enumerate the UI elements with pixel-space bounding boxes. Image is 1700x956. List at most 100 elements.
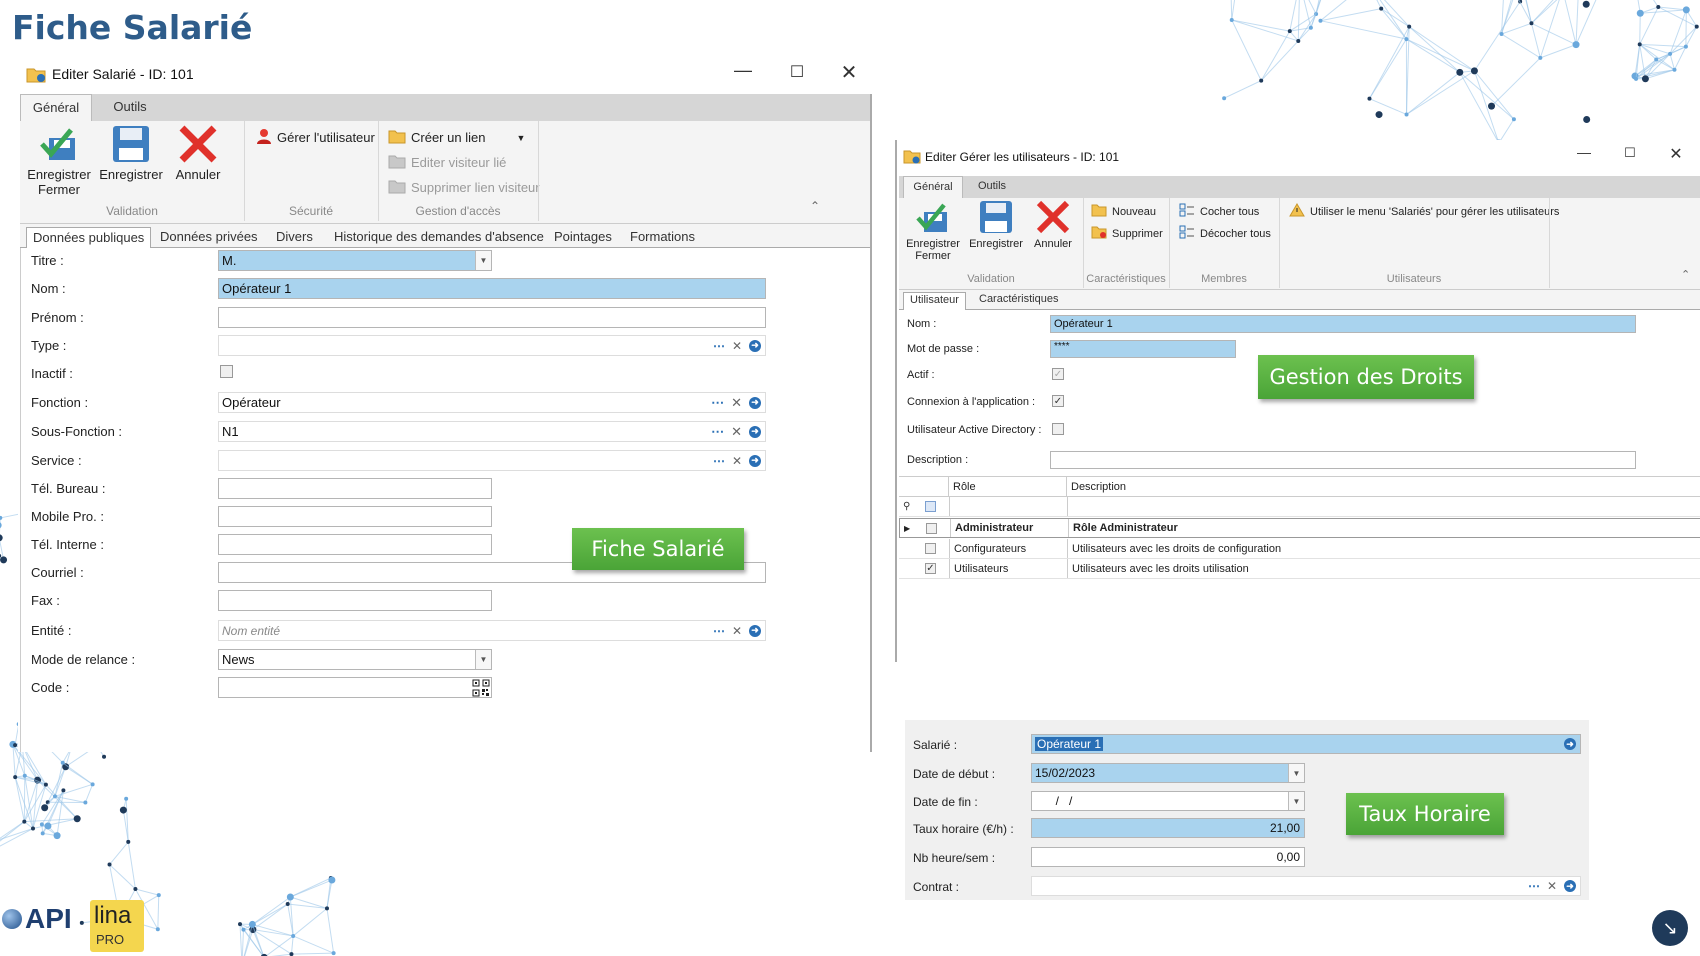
sousfonction-input[interactable]: N1 ⋯ ✕ ➜ bbox=[218, 421, 766, 442]
arrow-right-icon[interactable]: ➜ bbox=[749, 425, 761, 438]
description-input[interactable] bbox=[1050, 451, 1636, 469]
ad-checkbox[interactable] bbox=[1052, 423, 1064, 435]
maximize-button[interactable]: ☐ bbox=[1617, 145, 1643, 161]
row-checkbox[interactable] bbox=[922, 519, 944, 537]
collapse-ribbon-icon[interactable]: ⌃ bbox=[1681, 268, 1690, 281]
tab-general[interactable]: Général bbox=[20, 94, 92, 121]
password-input[interactable]: **** bbox=[1050, 340, 1236, 358]
ellipsis-icon[interactable]: ⋯ bbox=[713, 454, 725, 468]
actif-checkbox[interactable]: ✓ bbox=[1052, 368, 1064, 380]
telbureau-input[interactable] bbox=[218, 478, 492, 499]
clear-icon[interactable]: ✕ bbox=[732, 339, 742, 353]
subtab-formations[interactable]: Formations bbox=[630, 227, 695, 246]
manage-user-button[interactable]: Gérer l'utilisateur bbox=[256, 128, 375, 147]
debut-date-input[interactable]: 15/02/2023 ▼ bbox=[1031, 763, 1305, 783]
subtab-donnees-publiques[interactable]: Données publiques bbox=[26, 227, 152, 248]
fin-date-input[interactable]: / / ▼ bbox=[1031, 791, 1305, 811]
header-description[interactable]: Description bbox=[1067, 477, 1627, 496]
subtab-donnees-privees[interactable]: Données privées bbox=[160, 227, 258, 246]
tab-outils[interactable]: Outils bbox=[100, 94, 160, 121]
save-button[interactable]: Enregistrer bbox=[98, 124, 164, 183]
ellipsis-icon[interactable]: ⋯ bbox=[1528, 879, 1540, 893]
next-slide-button[interactable]: ↘ bbox=[1652, 910, 1688, 946]
chevron-down-icon[interactable]: ▼ bbox=[516, 133, 525, 143]
tab-general[interactable]: Général bbox=[903, 176, 963, 198]
maximize-button[interactable]: ☐ bbox=[782, 62, 812, 82]
titre-select[interactable]: M. ▼ bbox=[218, 250, 492, 271]
mobile-input[interactable] bbox=[218, 506, 492, 527]
edit-visitor-button[interactable]: Editer visiteur lié bbox=[388, 153, 506, 172]
table-row[interactable]: ✓ Utilisateurs Utilisateurs avec les dro… bbox=[899, 559, 1700, 579]
minimize-button[interactable]: — bbox=[1571, 144, 1597, 160]
arrow-right-icon[interactable]: ➜ bbox=[749, 396, 761, 409]
close-button[interactable]: ✕ bbox=[1663, 144, 1689, 164]
clear-icon[interactable]: ✕ bbox=[1547, 879, 1557, 893]
ellipsis-icon[interactable]: ⋯ bbox=[713, 339, 725, 353]
delete-visitor-link-button[interactable]: Supprimer lien visiteur bbox=[388, 178, 540, 197]
inactif-checkbox[interactable] bbox=[220, 365, 233, 378]
clear-icon[interactable]: ✕ bbox=[731, 395, 742, 411]
type-input[interactable]: ⋯ ✕ ➜ bbox=[218, 335, 766, 356]
chevron-down-icon[interactable]: ▼ bbox=[1288, 764, 1304, 782]
table-row[interactable]: Configurateurs Utilisateurs avec les dro… bbox=[899, 539, 1700, 559]
filter-description-cell[interactable] bbox=[1067, 497, 1627, 516]
close-button[interactable]: ✕ bbox=[834, 60, 864, 85]
create-link-button[interactable]: Créer un lien ▼ bbox=[388, 128, 525, 147]
arrow-right-icon[interactable]: ➜ bbox=[1564, 880, 1576, 892]
uncheck-all-button[interactable]: Décocher tous bbox=[1179, 225, 1271, 242]
subtab-divers[interactable]: Divers bbox=[276, 227, 313, 246]
row-checkbox[interactable]: ✓ bbox=[921, 559, 943, 578]
ellipsis-icon[interactable]: ⋯ bbox=[711, 424, 724, 440]
delete-button[interactable]: Supprimer bbox=[1091, 225, 1163, 242]
network-node bbox=[1456, 68, 1464, 76]
connexion-checkbox[interactable]: ✓ bbox=[1052, 395, 1064, 407]
clear-icon[interactable]: ✕ bbox=[732, 624, 742, 638]
qr-code-icon[interactable] bbox=[472, 679, 490, 700]
collapse-ribbon-icon[interactable]: ⌃ bbox=[810, 199, 820, 213]
code-input[interactable] bbox=[218, 677, 492, 698]
chevron-down-icon[interactable]: ▼ bbox=[1288, 792, 1304, 810]
subtab-pointages[interactable]: Pointages bbox=[554, 227, 612, 246]
subtab-caracteristiques[interactable]: Caractéristiques bbox=[979, 292, 1058, 306]
save-button[interactable]: Enregistrer bbox=[965, 200, 1027, 250]
table-row[interactable]: ▶ Administrateur Rôle Administrateur bbox=[899, 518, 1700, 538]
contrat-input[interactable]: ⋯ ✕ ➜ bbox=[1031, 876, 1581, 896]
row-checkbox[interactable] bbox=[921, 539, 943, 558]
tab-outils[interactable]: Outils bbox=[967, 176, 1017, 198]
subtab-historique-absences[interactable]: Historique des demandes d'absence bbox=[334, 227, 544, 246]
filter-role-cell[interactable] bbox=[949, 497, 1067, 516]
arrow-right-icon[interactable]: ➜ bbox=[1564, 738, 1576, 750]
nom-input[interactable]: Opérateur 1 bbox=[1050, 315, 1636, 333]
chevron-down-icon[interactable]: ▼ bbox=[475, 251, 491, 270]
arrow-right-icon[interactable]: ➜ bbox=[749, 454, 761, 467]
entite-input[interactable]: Nom entité ⋯ ✕ ➜ bbox=[218, 620, 766, 641]
clear-icon[interactable]: ✕ bbox=[731, 424, 742, 440]
filter-pin-icon[interactable]: ⚲ bbox=[899, 497, 917, 516]
arrow-right-icon[interactable]: ➜ bbox=[749, 624, 761, 637]
header-role[interactable]: Rôle bbox=[949, 477, 1067, 496]
cancel-button[interactable]: Annuler bbox=[1027, 200, 1079, 250]
nb-input[interactable]: 0,00 bbox=[1031, 847, 1305, 867]
clear-icon[interactable]: ✕ bbox=[732, 454, 742, 468]
ellipsis-icon[interactable]: ⋯ bbox=[713, 624, 725, 638]
save-close-button[interactable]: Enregistrer Fermer bbox=[901, 200, 965, 263]
telinterne-input[interactable] bbox=[218, 534, 492, 555]
arrow-right-icon[interactable]: ➜ bbox=[749, 339, 761, 352]
check-all-button[interactable]: Cocher tous bbox=[1179, 203, 1259, 220]
prenom-input[interactable] bbox=[218, 307, 766, 328]
fonction-input[interactable]: Opérateur ⋯ ✕ ➜ bbox=[218, 392, 766, 413]
service-input[interactable]: ⋯ ✕ ➜ bbox=[218, 450, 766, 471]
filter-checkbox-icon[interactable] bbox=[921, 497, 943, 516]
save-close-button[interactable]: Enregistrer Fermer bbox=[24, 124, 94, 198]
minimize-button[interactable]: — bbox=[728, 60, 758, 81]
new-button[interactable]: Nouveau bbox=[1091, 203, 1156, 220]
nom-input[interactable]: Opérateur 1 bbox=[218, 278, 766, 299]
subtab-utilisateur[interactable]: Utilisateur bbox=[903, 292, 966, 310]
taux-input[interactable]: 21,00 bbox=[1031, 818, 1305, 838]
salarie-input[interactable]: Opérateur 1 ➜ bbox=[1031, 734, 1581, 754]
fax-input[interactable] bbox=[218, 590, 492, 611]
cancel-button[interactable]: Annuler bbox=[168, 124, 228, 183]
chevron-down-icon[interactable]: ▼ bbox=[475, 650, 491, 669]
ellipsis-icon[interactable]: ⋯ bbox=[711, 395, 724, 411]
relance-select[interactable]: News ▼ bbox=[218, 649, 492, 670]
